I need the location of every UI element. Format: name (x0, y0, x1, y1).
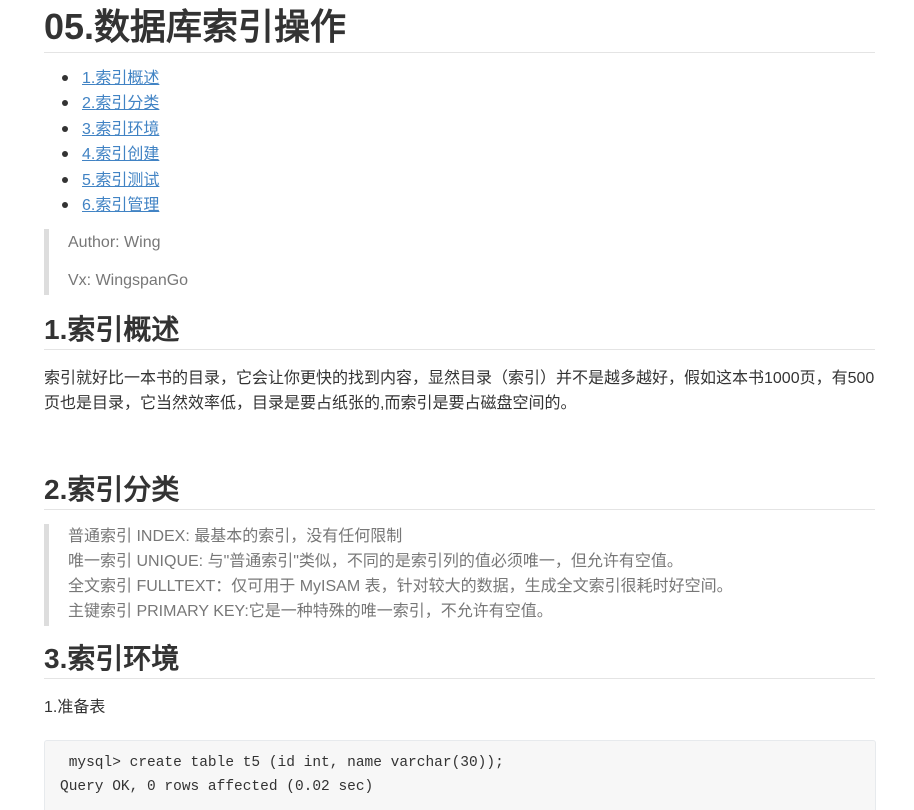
author-blockquote: Author: Wing Vx: WingspanGo (44, 229, 894, 295)
toc-item: 3.索引环境 (44, 117, 159, 142)
table-of-contents: 1.索引概述 2.索引分类 3.索引环境 4.索引创建 5.索引测试 6.索引管… (44, 66, 159, 218)
index-type-line: 主键索引 PRIMARY KEY:它是一种特殊的唯一索引，不允许有空值。 (68, 603, 553, 620)
section-heading-overview: 1.索引概述 (44, 312, 875, 350)
toc-item: 2.索引分类 (44, 91, 159, 116)
toc-item: 4.索引创建 (44, 142, 159, 167)
toc-item: 5.索引测试 (44, 168, 159, 193)
author-line: Author: Wing (68, 234, 161, 251)
index-type-line: 全文索引 FULLTEXT：仅可用于 MyISAM 表，针对较大的数据，生成全文… (68, 578, 733, 595)
toc-item: 1.索引概述 (44, 66, 159, 91)
overview-paragraph: 索引就好比一本书的目录，它会让你更快的找到内容，显然目录（索引）并不是越多越好，… (44, 370, 875, 412)
section-heading-types: 2.索引分类 (44, 472, 875, 510)
code-line: mysql> create table t5 (id int, name var… (60, 755, 504, 771)
toc-link-3[interactable]: 3.索引环境 (82, 121, 159, 138)
code-block[interactable]: mysql> create table t5 (id int, name var… (44, 740, 876, 810)
vx-line: Vx: WingspanGo (68, 272, 189, 289)
prepare-table-paragraph: 1.准备表 (44, 699, 106, 716)
toc-link-1[interactable]: 1.索引概述 (82, 70, 159, 87)
index-type-line: 普通索引 INDEX: 最基本的索引，没有任何限制 (68, 528, 403, 545)
toc-link-5[interactable]: 5.索引测试 (82, 172, 159, 189)
toc-link-6[interactable]: 6.索引管理 (82, 197, 159, 214)
toc-item: 6.索引管理 (44, 193, 159, 218)
index-type-line: 唯一索引 UNIQUE: 与"普通索引"类似，不同的是索引列的值必须唯一，但允许… (68, 553, 683, 570)
section-heading-environment: 3.索引环境 (44, 641, 875, 679)
toc-link-4[interactable]: 4.索引创建 (82, 146, 159, 163)
code-line: Query OK, 0 rows affected (0.02 sec) (60, 779, 374, 795)
document-page: 05.数据库索引操作 1.索引概述 2.索引分类 3.索引环境 4.索引创建 5… (0, 0, 914, 810)
index-types-blockquote: 普通索引 INDEX: 最基本的索引，没有任何限制 唯一索引 UNIQUE: 与… (44, 524, 894, 626)
page-title: 05.数据库索引操作 (44, 4, 875, 53)
toc-link-2[interactable]: 2.索引分类 (82, 95, 159, 112)
